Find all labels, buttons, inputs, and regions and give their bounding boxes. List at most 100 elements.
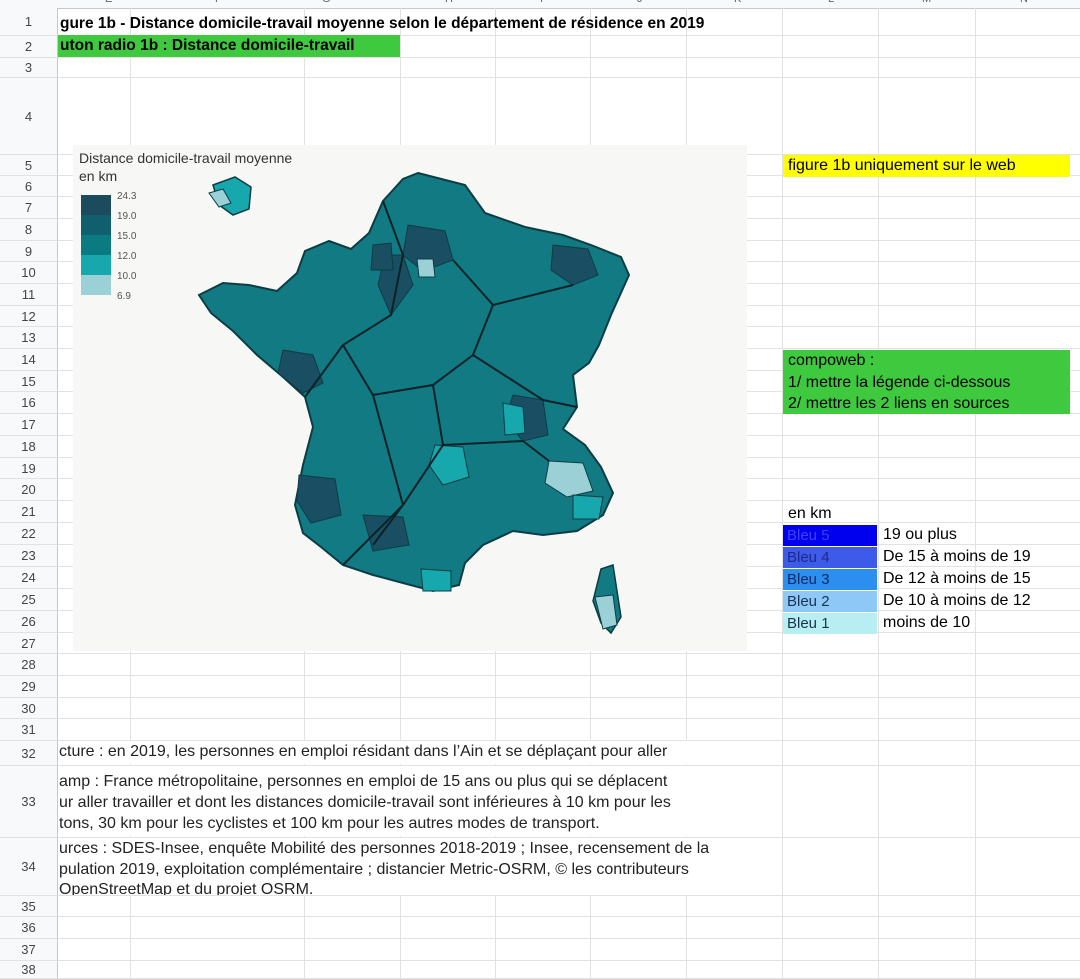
sources-line-1[interactable]: urces : SDES-Insee, enquête Mobilité des… bbox=[59, 840, 709, 858]
legend-swatch-1[interactable]: Bleu 1 bbox=[783, 613, 877, 634]
compoweb-line-1: compoweb : bbox=[788, 352, 875, 369]
map-legend-color-2 bbox=[81, 235, 111, 255]
legend-label-5[interactable]: 19 ou plus bbox=[883, 526, 957, 544]
sheet-title-cell[interactable]: gure 1b - Distance domicile-travail moye… bbox=[60, 15, 704, 33]
row-header[interactable]: 25 bbox=[0, 589, 58, 611]
row-gridline bbox=[58, 718, 1080, 719]
row-header[interactable]: 10 bbox=[0, 262, 58, 284]
map-legend-tick: 10.0 bbox=[117, 271, 137, 282]
map-legend-color-3 bbox=[81, 255, 111, 275]
row-header[interactable]: 33 bbox=[0, 766, 58, 838]
row-header[interactable]: 16 bbox=[0, 392, 58, 414]
row-header[interactable]: 24 bbox=[0, 567, 58, 589]
row-gridline bbox=[58, 960, 1080, 961]
row-header[interactable]: 19 bbox=[0, 458, 58, 479]
row-gridline bbox=[58, 916, 1080, 917]
row-gridline bbox=[58, 653, 1080, 654]
france-map: Distance domicile-travail moyenne en km … bbox=[79, 150, 631, 635]
subtitle-cell[interactable]: uton radio 1b : Distance domicile-travai… bbox=[58, 35, 400, 57]
row-header[interactable]: 37 bbox=[0, 939, 58, 961]
legend-swatch-4[interactable]: Bleu 4 bbox=[783, 547, 877, 568]
row-header[interactable]: 11 bbox=[0, 284, 58, 306]
row-header[interactable]: 30 bbox=[0, 698, 58, 719]
champ-line-2: ur aller travailler et dont les distance… bbox=[59, 794, 671, 811]
row-header[interactable]: 32 bbox=[0, 741, 58, 766]
row-header[interactable]: 27 bbox=[0, 633, 58, 654]
compoweb-line-2: 1/ mettre la légende ci-dessous bbox=[788, 374, 1011, 391]
row-header[interactable]: 9 bbox=[0, 241, 58, 262]
column-header-strip: E F G H I J K L M N bbox=[0, 0, 1080, 9]
column-header[interactable]: N bbox=[1020, 0, 1028, 5]
row-header[interactable]: 23 bbox=[0, 545, 58, 567]
sources-line-3: OpenStreetMap et du projet OSRM. bbox=[59, 881, 314, 895]
column-header[interactable]: J bbox=[637, 0, 643, 5]
row-header[interactable]: 7 bbox=[0, 197, 58, 219]
row-header[interactable]: 28 bbox=[0, 654, 58, 676]
legend-swatch-3[interactable]: Bleu 3 bbox=[783, 569, 877, 590]
inset-paris bbox=[208, 176, 252, 216]
sources-line-2: pulation 2019, exploitation complémentai… bbox=[59, 861, 689, 878]
column-header[interactable]: E bbox=[105, 0, 112, 5]
compoweb-line-3: 2/ mettre les 2 liens en sources bbox=[788, 395, 1010, 412]
map-image[interactable]: Distance domicile-travail moyenne en km … bbox=[73, 145, 747, 651]
row-header[interactable]: 17 bbox=[0, 414, 58, 436]
row-gridline bbox=[58, 938, 1080, 939]
row-header[interactable]: 35 bbox=[0, 896, 58, 917]
legend-label-3[interactable]: De 12 à moins de 15 bbox=[883, 570, 1031, 588]
row-header[interactable]: 3 bbox=[0, 58, 58, 78]
row-header[interactable]: 8 bbox=[0, 219, 58, 241]
row-header[interactable]: 2 bbox=[0, 36, 58, 58]
legend-label-2[interactable]: De 10 à moins de 12 bbox=[883, 592, 1031, 610]
row-header[interactable]: 26 bbox=[0, 611, 58, 633]
column-header[interactable]: I bbox=[540, 0, 543, 5]
map-legend-scale: 24.3 19.0 15.0 12.0 10.0 6.9 bbox=[81, 191, 137, 302]
row-gridline bbox=[58, 895, 1080, 896]
row-gridline bbox=[58, 675, 1080, 676]
column-header[interactable]: F bbox=[215, 0, 222, 5]
legend-label-1[interactable]: moins de 10 bbox=[883, 614, 970, 632]
row-header[interactable]: 12 bbox=[0, 306, 58, 327]
legend-unit-cell[interactable]: en km bbox=[788, 505, 832, 523]
row-header[interactable]: 14 bbox=[0, 349, 58, 371]
web-note-cell[interactable]: figure 1b uniquement sur le web bbox=[783, 155, 1070, 177]
champ-line-3: tons, 30 km pour les cyclistes et 100 km… bbox=[59, 815, 600, 832]
row-header[interactable]: 5 bbox=[0, 155, 58, 176]
row-header[interactable]: 18 bbox=[0, 436, 58, 458]
row-header[interactable]: 29 bbox=[0, 676, 58, 698]
row-gridline bbox=[58, 57, 1080, 58]
legend-swatch-5[interactable]: Bleu 5 bbox=[783, 525, 877, 546]
column-header[interactable]: G bbox=[322, 0, 331, 5]
row-header[interactable]: 13 bbox=[0, 327, 58, 349]
corsica bbox=[592, 564, 622, 635]
map-legend-tick: 19.0 bbox=[117, 211, 137, 222]
legend-label-4[interactable]: De 15 à moins de 19 bbox=[883, 548, 1031, 566]
map-legend-color-0 bbox=[81, 195, 111, 215]
legend-swatch-2[interactable]: Bleu 2 bbox=[783, 591, 877, 612]
row-header[interactable]: 15 bbox=[0, 371, 58, 392]
mainland-france bbox=[197, 171, 631, 593]
column-header[interactable]: L bbox=[828, 0, 834, 5]
row-header[interactable]: 31 bbox=[0, 719, 58, 741]
row-header[interactable]: 22 bbox=[0, 523, 58, 545]
column-header[interactable]: K bbox=[734, 0, 741, 5]
row-header[interactable]: 36 bbox=[0, 917, 58, 939]
column-header[interactable]: M bbox=[922, 0, 931, 5]
map-legend-tick: 24.3 bbox=[117, 191, 137, 202]
row-gridline bbox=[58, 77, 1080, 78]
row-header[interactable]: 20 bbox=[0, 479, 58, 501]
map-legend-tick: 15.0 bbox=[117, 231, 137, 242]
lecture-text[interactable]: cture : en 2019, les personnes en emploi… bbox=[59, 743, 667, 761]
row-header[interactable]: 21 bbox=[0, 501, 58, 523]
map-legend-title: Distance domicile-travail moyenne bbox=[79, 150, 292, 166]
row-header[interactable]: 1 bbox=[0, 8, 58, 36]
map-legend-color-1 bbox=[81, 215, 111, 235]
champ-line-1[interactable]: amp : France métropolitaine, personnes e… bbox=[59, 773, 667, 791]
row-header[interactable]: 6 bbox=[0, 176, 58, 197]
row-header[interactable]: 4 bbox=[0, 78, 58, 155]
row-header[interactable]: 34 bbox=[0, 838, 58, 896]
row-gridline bbox=[58, 697, 1080, 698]
row-header[interactable]: 38 bbox=[0, 961, 58, 979]
map-legend-color-4 bbox=[81, 275, 111, 295]
note-row-sources: urces : SDES-Insee, enquête Mobilité des… bbox=[58, 838, 770, 895]
column-header[interactable]: H bbox=[445, 0, 453, 5]
